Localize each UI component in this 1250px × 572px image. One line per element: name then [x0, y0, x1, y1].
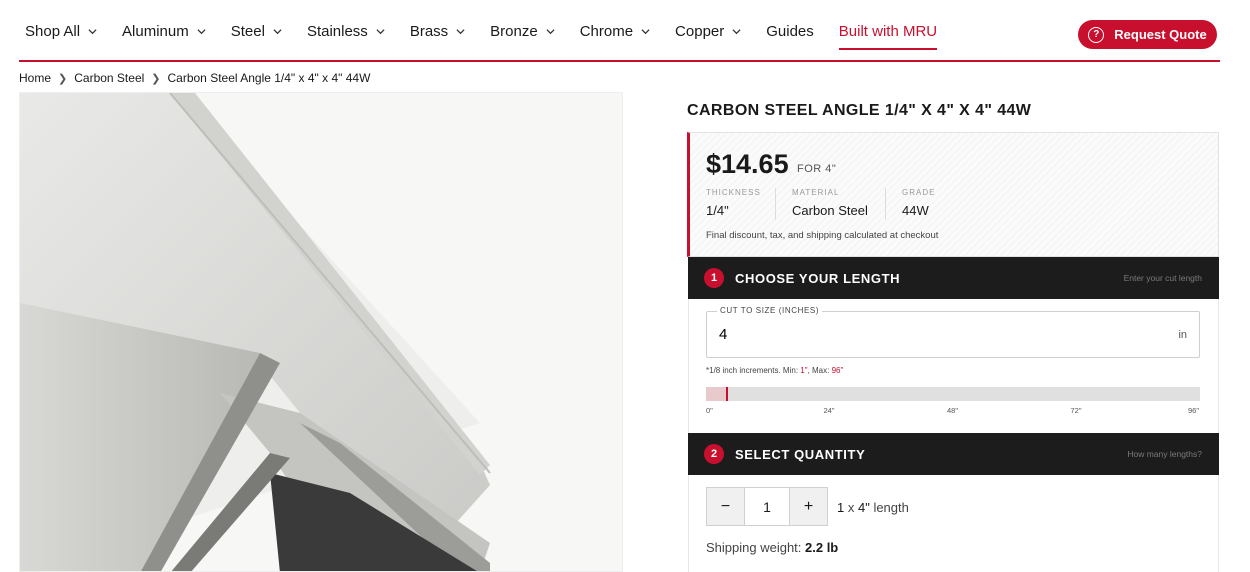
breadcrumb-carbon-steel[interactable]: Carbon Steel	[74, 71, 144, 85]
max-label: , Max:	[807, 366, 832, 375]
quantity-description: 1 x 4" length	[837, 500, 909, 515]
min-length: 1"	[800, 366, 808, 375]
price-unit: FOR 4"	[797, 163, 837, 175]
spec-material: MATERIAL Carbon Steel	[792, 188, 868, 222]
top-nav: Shop All Aluminum Steel Stainless Brass Bronz…	[0, 0, 1250, 62]
slider-tick-label: 72"	[1070, 406, 1082, 415]
length-slider[interactable]	[706, 387, 1200, 401]
spec-thickness: THICKNESS 1/4"	[706, 188, 761, 222]
quantity-value[interactable]: 1	[744, 488, 790, 525]
chevron-down-icon	[376, 28, 385, 34]
nav-item-steel[interactable]: Steel	[231, 0, 282, 62]
step-title: SELECT QUANTITY	[735, 446, 866, 462]
increase-quantity-button[interactable]: +	[790, 488, 827, 525]
checkout-note: Final discount, tax, and shipping calcul…	[706, 230, 939, 241]
nav-item-label: Shop All	[25, 22, 81, 40]
nav-item-label: Aluminum	[122, 22, 189, 40]
step-choose-length-header: 1 CHOOSE YOUR LENGTH Enter your cut leng…	[688, 257, 1219, 299]
step-title: CHOOSE YOUR LENGTH	[735, 270, 901, 286]
slider-fill	[706, 387, 727, 401]
qty-length: 4"	[857, 500, 870, 515]
chevron-right-icon: ❯	[58, 72, 68, 85]
shipping-label: Shipping weight:	[706, 540, 806, 555]
nav-item-label: Steel	[230, 22, 265, 40]
chevron-down-icon	[641, 28, 650, 34]
breadcrumb-home[interactable]: Home	[19, 71, 51, 85]
breadcrumb-current: Carbon Steel Angle 1/4" x 4" x 4" 44W	[167, 71, 371, 85]
chevron-down-icon	[273, 28, 282, 34]
nav-item-label: Copper	[675, 22, 725, 40]
price: $14.65	[706, 149, 789, 179]
cut-length-label: CUT TO SIZE (INCHES)	[717, 306, 823, 315]
qty-times: x	[844, 500, 858, 515]
spec-value: Carbon Steel	[792, 203, 868, 218]
slider-tick-label: 48"	[947, 406, 959, 415]
nav-menu: Shop All Aluminum Steel Stainless Brass Bronz…	[25, 0, 962, 62]
product-image[interactable]	[19, 92, 623, 572]
nav-item-chrome[interactable]: Chrome	[580, 0, 650, 62]
shipping-value: 2.2 lb	[805, 540, 839, 555]
question-circle-icon: ?	[1088, 26, 1105, 43]
max-length: 96"	[831, 366, 844, 375]
spec-label: GRADE	[902, 188, 936, 197]
request-quote-button[interactable]: ? Request Quote	[1078, 20, 1217, 49]
cut-length-unit: in	[1178, 329, 1187, 341]
slider-tick-label: 96"	[1188, 406, 1200, 415]
spec-value: 44W	[902, 203, 929, 218]
nav-item-label: Stainless	[306, 22, 368, 40]
step-number-badge: 2	[704, 444, 724, 464]
chevron-right-icon: ❯	[151, 72, 161, 85]
steel-angle-illustration	[20, 93, 622, 571]
nav-item-bronze[interactable]: Bronze	[490, 0, 555, 62]
step-hint: Enter your cut length	[1123, 273, 1202, 283]
request-quote-label: Request Quote	[1114, 27, 1207, 42]
nav-item-label: Guides	[766, 22, 814, 40]
nav-item-label: Chrome	[579, 22, 634, 40]
nav-item-stainless[interactable]: Stainless	[307, 0, 385, 62]
nav-item-shop-all[interactable]: Shop All	[25, 0, 97, 62]
quantity-stepper: − 1 +	[706, 487, 828, 526]
price-box: $14.65 FOR 4" THICKNESS 1/4" MATERIAL Ca…	[687, 132, 1219, 257]
spec-value: 1/4"	[706, 203, 729, 218]
nav-item-label: Built with MRU	[838, 22, 938, 40]
chevron-down-icon	[732, 28, 741, 34]
nav-item-built-with-mru[interactable]: Built with MRU	[838, 0, 938, 62]
nav-item-brass[interactable]: Brass	[410, 0, 465, 62]
step-hint: How many lengths?	[1127, 449, 1202, 459]
step-number-badge: 1	[704, 268, 724, 288]
nav-item-aluminum[interactable]: Aluminum	[122, 0, 206, 62]
nav-item-label: Bronze	[490, 22, 538, 40]
spec-divider	[775, 188, 776, 220]
chevron-down-icon	[456, 28, 465, 34]
decrease-quantity-button[interactable]: −	[707, 488, 744, 525]
chevron-down-icon	[197, 28, 206, 34]
nav-item-copper[interactable]: Copper	[675, 0, 741, 62]
spec-label: MATERIAL	[792, 188, 840, 197]
cut-length-field[interactable]: CUT TO SIZE (INCHES) in	[706, 306, 1200, 358]
slider-thumb[interactable]	[725, 387, 728, 401]
qty-suffix: length	[869, 500, 909, 515]
length-increments-note: *1/8 inch increments. Min: 1", Max: 96"	[706, 366, 843, 375]
step-select-quantity-header: 2 SELECT QUANTITY How many lengths?	[688, 433, 1219, 475]
spec-divider	[885, 188, 886, 220]
slider-tick-label: 0"	[706, 406, 713, 415]
increments-text: *1/8 inch increments. Min:	[706, 366, 801, 375]
shipping-weight: Shipping weight: 2.2 lb	[706, 540, 838, 555]
slider-tick-label: 24"	[823, 406, 835, 415]
chevron-down-icon	[88, 28, 97, 34]
nav-item-guides[interactable]: Guides	[766, 0, 814, 62]
product-title: CARBON STEEL ANGLE 1/4" X 4" X 4" 44W	[687, 102, 1032, 119]
cut-length-input[interactable]	[719, 326, 1119, 343]
nav-divider	[19, 60, 1220, 62]
breadcrumb: Home ❯ Carbon Steel ❯ Carbon Steel Angle…	[19, 71, 370, 85]
spec-grade: GRADE 44W	[902, 188, 935, 222]
chevron-down-icon	[546, 28, 555, 34]
nav-item-label: Brass	[409, 22, 449, 40]
spec-label: THICKNESS	[706, 188, 761, 197]
